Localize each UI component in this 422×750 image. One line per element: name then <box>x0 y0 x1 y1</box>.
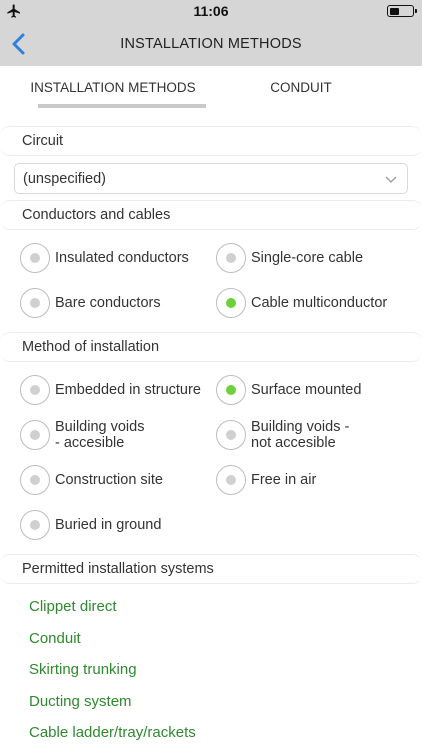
section-title: Permitted installation systems <box>22 561 214 577</box>
radio-button[interactable] <box>216 420 246 450</box>
radio-button[interactable] <box>216 288 246 318</box>
nav-bar: INSTALLATION METHODS <box>0 22 422 66</box>
page-title: INSTALLATION METHODS <box>120 36 302 52</box>
tab-conduit[interactable]: CONDUIT <box>210 80 392 95</box>
status-time: 11:06 <box>193 3 229 19</box>
permitted-system-link[interactable]: Cable ladder/tray/rackets <box>29 724 196 741</box>
chevron-left-icon <box>12 33 25 55</box>
radio-button[interactable] <box>20 465 50 495</box>
radio-label: Free in air <box>251 472 317 488</box>
section-title: Conductors and cables <box>22 207 171 223</box>
permitted-system-link[interactable]: Conduit <box>29 630 81 647</box>
tab-bar: INSTALLATION METHODS CONDUIT <box>0 66 422 114</box>
radio-label-line2: - accesible <box>55 435 125 451</box>
radio-button[interactable] <box>20 243 50 273</box>
back-button[interactable] <box>8 28 38 60</box>
radio-label: Single-core cable <box>251 250 364 266</box>
tab-installation-methods[interactable]: INSTALLATION METHODS <box>20 80 206 95</box>
permitted-system-link[interactable]: Clippet direct <box>29 598 117 615</box>
radio-label: Insulated conductors <box>55 250 189 266</box>
radio-label: Buried in ground <box>55 517 162 533</box>
circuit-select-value: (unspecified) <box>23 171 107 187</box>
radio-label: Embedded in structure <box>55 382 201 398</box>
section-header-permitted: Permitted installation systems <box>0 554 422 584</box>
radio-button[interactable] <box>20 288 50 318</box>
active-tab-indicator <box>38 104 206 108</box>
circuit-select[interactable]: (unspecified) <box>14 163 408 194</box>
section-header-method: Method of installation <box>0 332 422 362</box>
radio-label: Surface mounted <box>251 382 362 398</box>
radio-button[interactable] <box>216 243 246 273</box>
permitted-system-link[interactable]: Ducting system <box>29 693 132 710</box>
radio-label: Building voids - not accesible <box>251 419 349 451</box>
status-bar: 11:06 <box>0 0 422 22</box>
radio-label-line1: Building voids - <box>251 419 350 435</box>
chevron-down-icon <box>385 176 397 183</box>
radio-button[interactable] <box>216 375 246 405</box>
radio-label: Construction site <box>55 472 163 488</box>
radio-label-line2: not accesible <box>251 435 336 451</box>
radio-label: Building voids - accesible <box>55 419 144 451</box>
radio-label-line1: Building voids <box>55 419 145 435</box>
section-header-conductors: Conductors and cables <box>0 200 422 230</box>
radio-label: Bare conductors <box>55 295 161 311</box>
radio-button[interactable] <box>20 420 50 450</box>
battery-icon <box>387 5 417 17</box>
permitted-system-link[interactable]: Skirting trunking <box>29 661 137 678</box>
section-header-circuit: Circuit <box>0 126 422 156</box>
section-title: Circuit <box>22 133 64 149</box>
radio-button[interactable] <box>20 510 50 540</box>
section-title: Method of installation <box>22 339 160 355</box>
radio-button[interactable] <box>216 465 246 495</box>
radio-button[interactable] <box>20 375 50 405</box>
radio-label: Cable multiconductor <box>251 295 388 311</box>
